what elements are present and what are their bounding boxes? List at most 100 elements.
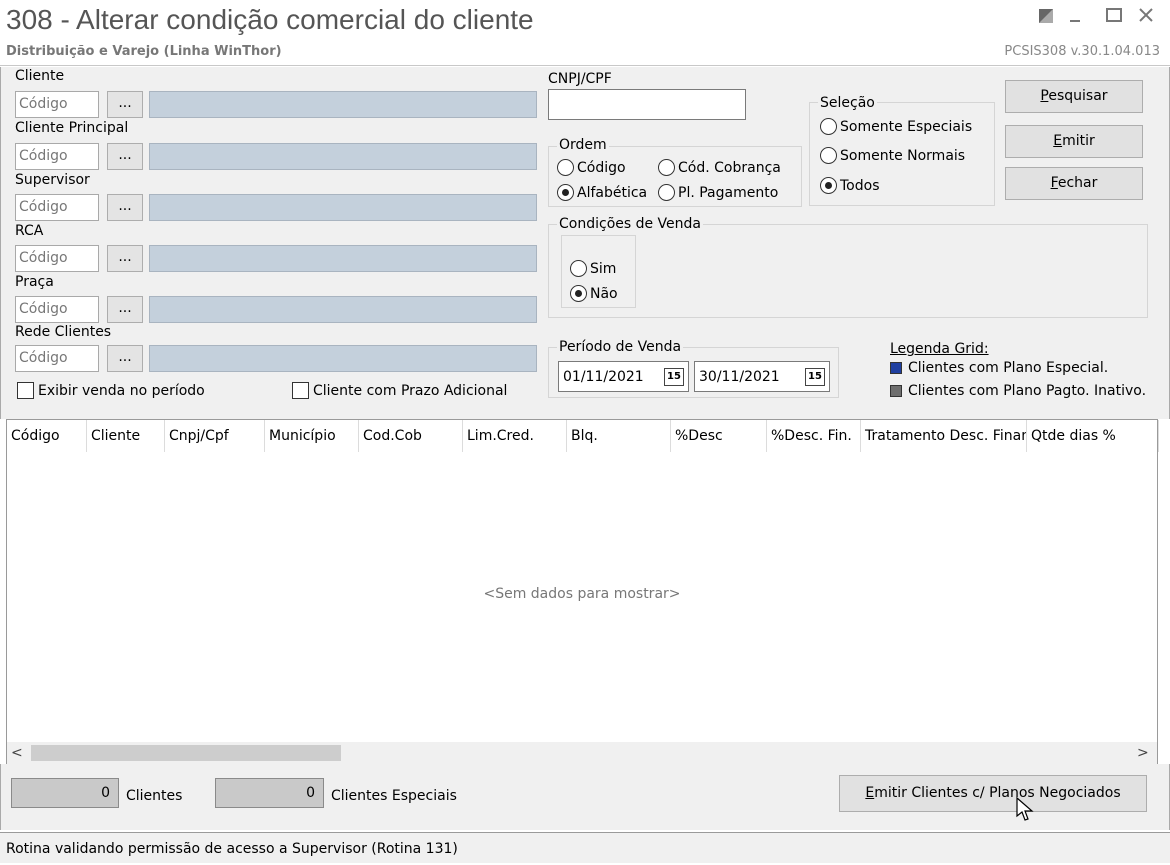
exibir-venda-checkbox[interactable]: Exibir venda no período <box>17 382 205 399</box>
praca-browse-button[interactable]: ... <box>107 296 143 323</box>
fechar-label: echar <box>1057 175 1098 191</box>
mouse-cursor-icon <box>1015 796 1039 824</box>
todos-label: Todos <box>840 177 880 194</box>
cliente-principal-browse-button[interactable]: ... <box>107 143 143 170</box>
ordem-codigo-label: Código <box>577 159 626 176</box>
grid-column-header[interactable]: %Desc. Fin. <box>767 420 861 452</box>
todos-radio[interactable]: Todos <box>820 177 879 194</box>
scroll-thumb[interactable] <box>31 745 341 761</box>
calendar-icon[interactable]: 15 <box>664 368 684 386</box>
radio-circle-selected[interactable] <box>570 285 587 302</box>
condicoes-venda-title: Condições de Venda <box>557 216 704 232</box>
fechar-accel: F <box>1050 175 1058 191</box>
supervisor-code-input[interactable]: Código <box>15 194 99 221</box>
grid-column-header[interactable]: Tratamento Desc. Financeir <box>861 420 1027 452</box>
cnpj-input[interactable] <box>548 89 746 120</box>
clientes-count: 0 <box>11 778 119 808</box>
checkbox-box[interactable] <box>292 382 309 399</box>
somente-normais-radio[interactable]: Somente Normais <box>820 147 965 164</box>
rede-clientes-browse-button[interactable]: ... <box>107 345 143 372</box>
legenda-title: Legenda Grid: <box>890 341 989 357</box>
rca-browse-button[interactable]: ... <box>107 245 143 272</box>
status-bar: Rotina validando permissão de acesso a S… <box>0 832 1170 863</box>
emitir-clientes-planos-button[interactable]: Emitir Clientes c/ Planos Negociados <box>839 775 1147 812</box>
radio-circle[interactable] <box>570 260 587 277</box>
clientes-especiais-label: Clientes Especiais <box>331 788 457 804</box>
periodo-end-date[interactable]: 30/11/2021 15 <box>694 361 830 392</box>
scroll-left-icon[interactable]: < <box>11 742 27 764</box>
supervisor-label: Supervisor <box>15 172 90 188</box>
radio-circle[interactable] <box>820 118 837 135</box>
grid-empty-message: <Sem dados para mostrar> <box>483 586 681 602</box>
checkbox-box[interactable] <box>17 382 34 399</box>
condicoes-nao-radio[interactable]: Não <box>570 285 618 302</box>
close-icon[interactable] <box>1134 6 1158 30</box>
supervisor-description-field <box>149 194 537 221</box>
rca-code-input[interactable]: Código <box>15 245 99 272</box>
minimize-icon[interactable] <box>1064 6 1088 30</box>
results-grid[interactable]: Código Cliente Cnpj/Cpf Município Cod.Cob Lim… <box>6 419 1159 764</box>
emitir-planos-accel: E <box>865 785 875 801</box>
radio-circle-selected[interactable] <box>820 177 837 194</box>
rca-description-field <box>149 245 537 272</box>
cliente-code-input[interactable]: Código <box>15 91 99 118</box>
legenda-especial-label: Clientes com Plano Especial. <box>908 360 1109 376</box>
grid-column-header[interactable]: Cod.Cob <box>359 420 463 452</box>
pesquisar-label: esquisar <box>1048 88 1108 104</box>
grid-column-header[interactable]: Município <box>265 420 359 452</box>
radio-circle[interactable] <box>557 159 574 176</box>
ordem-codigo-radio[interactable]: Código <box>557 159 626 176</box>
legenda-inativo-label: Clientes com Plano Pagto. Inativo. <box>908 383 1147 399</box>
cliente-principal-label: Cliente Principal <box>15 120 129 136</box>
ordem-cod-cobranca-radio[interactable]: Cód. Cobrança <box>658 159 781 176</box>
legenda-inativo: Clientes com Plano Pagto. Inativo. <box>890 383 1146 399</box>
somente-normais-label: Somente Normais <box>840 147 966 164</box>
pesquisar-button[interactable]: Pesquisar <box>1005 80 1143 113</box>
ordem-alfabetica-radio[interactable]: Alfabética <box>557 184 647 201</box>
grid-column-header[interactable]: %Desc <box>671 420 767 452</box>
radio-circle[interactable] <box>658 159 675 176</box>
somente-especiais-radio[interactable]: Somente Especiais <box>820 118 972 135</box>
praca-code-input[interactable]: Código <box>15 296 99 323</box>
calendar-icon[interactable]: 15 <box>805 368 825 386</box>
radio-circle-selected[interactable] <box>557 184 574 201</box>
prazo-adicional-checkbox[interactable]: Cliente com Prazo Adicional <box>292 382 507 399</box>
praca-description-field <box>149 296 537 323</box>
supervisor-browse-button[interactable]: ... <box>107 194 143 221</box>
legenda-especial: Clientes com Plano Especial. <box>890 360 1108 376</box>
grid-column-header[interactable]: Lim.Cred. <box>463 420 567 452</box>
periodo-end-value: 30/11/2021 <box>699 368 780 385</box>
fechar-button[interactable]: Fechar <box>1005 167 1143 200</box>
rede-clientes-code-input[interactable]: Código <box>15 345 99 372</box>
rca-label: RCA <box>15 223 44 239</box>
ordem-pl-pagamento-label: Pl. Pagamento <box>678 184 779 201</box>
ordem-pl-pagamento-radio[interactable]: Pl. Pagamento <box>658 184 778 201</box>
cliente-principal-description-field <box>149 143 537 170</box>
grid-column-header[interactable]: Código <box>7 420 87 452</box>
condicoes-nao-label: Não <box>590 285 618 302</box>
radio-circle[interactable] <box>658 184 675 201</box>
condicoes-sim-radio[interactable]: Sim <box>570 260 616 277</box>
emitir-planos-label: mitir Clientes c/ Planos Negociados <box>874 785 1121 801</box>
cliente-label: Cliente <box>15 68 65 84</box>
cliente-principal-code-input[interactable]: Código <box>15 143 99 170</box>
radio-circle[interactable] <box>820 147 837 164</box>
grid-column-header[interactable]: Cnpj/Cpf <box>165 420 265 452</box>
grid-column-header[interactable]: Blq. <box>567 420 671 452</box>
window-title: 308 - Alterar condição comercial do clie… <box>6 4 534 35</box>
periodo-start-date[interactable]: 01/11/2021 15 <box>558 361 689 392</box>
scroll-right-icon[interactable]: > <box>1137 742 1153 764</box>
grid-column-header[interactable]: Qtde dias % <box>1027 420 1159 452</box>
cnpj-label: CNPJ/CPF <box>548 71 612 87</box>
filter-panel: Cliente Código ... Cliente Principal Cód… <box>0 67 1170 419</box>
somente-especiais-label: Somente Especiais <box>840 118 973 135</box>
emitir-button[interactable]: Emitir <box>1005 125 1143 158</box>
maximize-icon[interactable] <box>1102 6 1126 30</box>
ordem-alfabetica-label: Alfabética <box>577 184 648 201</box>
title-bar: 308 - Alterar condição comercial do clie… <box>0 0 1170 66</box>
horizontal-scrollbar[interactable]: < > <box>7 742 1157 764</box>
restore-small-icon[interactable] <box>1034 6 1058 30</box>
cliente-description-field <box>149 91 537 118</box>
cliente-browse-button[interactable]: ... <box>107 91 143 118</box>
grid-column-header[interactable]: Cliente <box>87 420 165 452</box>
